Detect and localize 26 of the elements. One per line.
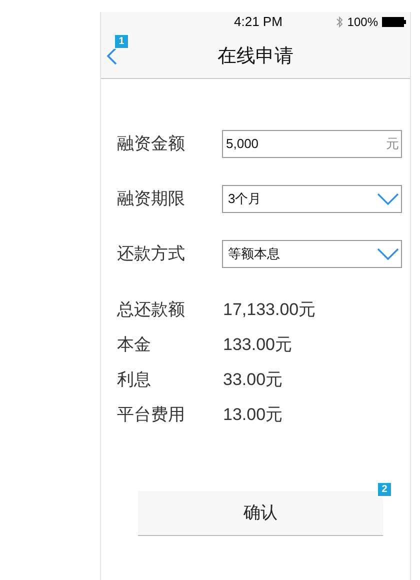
summary-label: 本金: [117, 334, 152, 356]
back-icon[interactable]: [106, 47, 117, 65]
status-time: 4:21 PM: [234, 15, 282, 28]
summary-label: 平台费用: [117, 404, 186, 426]
unit-label: 元: [386, 135, 399, 154]
page-title: 在线申请: [218, 45, 294, 70]
battery-percent: 100%: [347, 16, 378, 28]
bluetooth-icon: [336, 16, 344, 28]
field-label: 还款方式: [117, 243, 186, 266]
summary-label: 总还款额: [117, 299, 186, 322]
summary-value: 17,133.00元: [223, 299, 316, 322]
summary-value: 33.00元: [223, 369, 283, 392]
chevron-down-icon: [377, 193, 399, 205]
dropdown[interactable]: 等额本息: [222, 240, 402, 268]
annotation-badge: 2: [377, 482, 392, 497]
summary-value: 133.00元: [223, 334, 292, 356]
field-label: 融资金额: [117, 133, 186, 156]
field-label: 融资期限: [117, 188, 186, 210]
dropdown[interactable]: 3个月: [222, 185, 402, 213]
battery-icon: [382, 16, 406, 26]
annotation-badge: 1: [114, 34, 129, 49]
summary-value: 13.00元: [223, 404, 283, 426]
summary-label: 利息: [117, 369, 152, 392]
confirm-button[interactable]: 确认: [138, 491, 383, 536]
amount-field[interactable]: 5,000 元: [222, 130, 402, 158]
chevron-down-icon: [377, 248, 399, 260]
